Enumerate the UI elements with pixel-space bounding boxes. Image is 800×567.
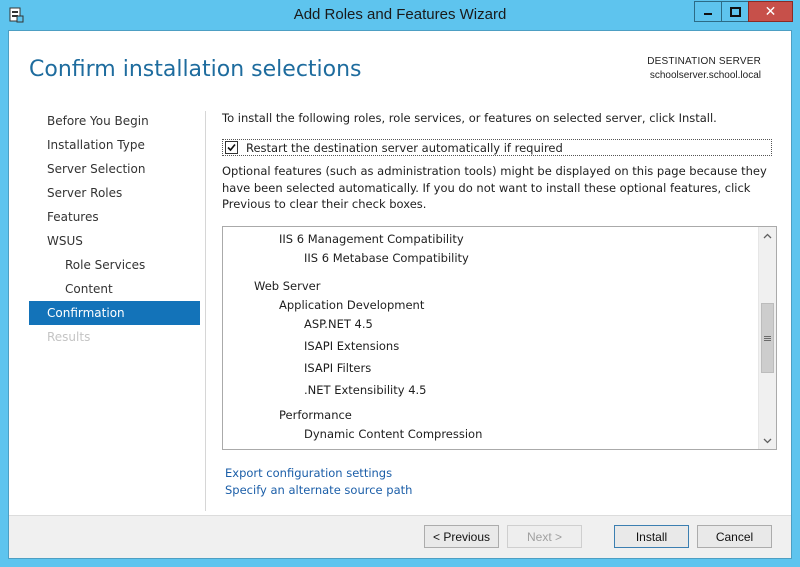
nav-item-before-you-begin[interactable]: Before You Begin xyxy=(29,109,200,133)
nav-item-wsus[interactable]: WSUS xyxy=(29,229,200,253)
window-title: Add Roles and Features Wizard xyxy=(293,6,507,23)
nav-item-installation-type[interactable]: Installation Type xyxy=(29,133,200,157)
nav-item-features[interactable]: Features xyxy=(29,205,200,229)
list-item: .NET Extensibility 4.5 xyxy=(304,383,427,397)
list-item: ISAPI Filters xyxy=(304,361,372,375)
list-item: Web Server xyxy=(254,279,321,293)
list-item: ISAPI Extensions xyxy=(304,339,400,353)
page-title: Confirm installation selections xyxy=(29,57,362,82)
confirmation-content: To install the following roles, role ser… xyxy=(222,111,777,211)
nav-item-confirmation[interactable]: Confirmation xyxy=(29,301,200,325)
features-list-content: IIS 6 Management Compatibility IIS 6 Met… xyxy=(223,227,751,449)
nav-item-server-roles[interactable]: Server Roles xyxy=(29,181,200,205)
list-item: Application Development xyxy=(279,298,425,312)
close-button[interactable]: ✕ xyxy=(748,1,793,22)
wizard-steps-nav: Before You Begin Installation Type Serve… xyxy=(29,109,200,349)
chevron-down-icon xyxy=(763,438,772,443)
grip-icon xyxy=(764,335,771,341)
destination-server-label: DESTINATION SERVER xyxy=(647,56,761,67)
export-configuration-link[interactable]: Export configuration settings xyxy=(225,466,392,480)
wizard-body: Confirm installation selections DESTINAT… xyxy=(8,30,792,559)
previous-button[interactable]: < Previous xyxy=(424,525,499,548)
alternate-source-link[interactable]: Specify an alternate source path xyxy=(225,483,412,497)
nav-item-server-selection[interactable]: Server Selection xyxy=(29,157,200,181)
scroll-down-button[interactable] xyxy=(759,432,776,449)
checkmark-icon xyxy=(227,143,236,152)
minimize-button[interactable] xyxy=(694,1,721,22)
nav-divider xyxy=(205,111,206,511)
wizard-window: Add Roles and Features Wizard ✕ Confirm … xyxy=(0,0,800,567)
close-icon: ✕ xyxy=(764,3,777,20)
list-item: ASP.NET 4.5 xyxy=(304,317,373,331)
maximize-icon xyxy=(729,6,741,17)
maximize-button[interactable] xyxy=(721,1,748,22)
wizard-footer: < Previous Next > Install Cancel xyxy=(9,515,791,558)
cancel-button[interactable]: Cancel xyxy=(697,525,772,548)
next-button: Next > xyxy=(507,525,582,548)
destination-server-value: schoolserver.school.local xyxy=(649,70,761,81)
chevron-up-icon xyxy=(763,233,772,238)
restart-checkbox-row[interactable]: Restart the destination server automatic… xyxy=(222,139,772,156)
minimize-icon xyxy=(704,12,712,15)
list-item: IIS 6 Metabase Compatibility xyxy=(304,251,469,265)
title-bar[interactable]: Add Roles and Features Wizard ✕ xyxy=(0,0,800,30)
restart-checkbox-label: Restart the destination server automatic… xyxy=(246,140,563,155)
optional-features-note: Optional features (such as administratio… xyxy=(222,164,767,211)
features-scrollbar[interactable] xyxy=(758,227,776,449)
nav-item-content[interactable]: Content xyxy=(29,277,200,301)
selected-features-list[interactable]: IIS 6 Management Compatibility IIS 6 Met… xyxy=(222,226,777,450)
restart-checkbox[interactable] xyxy=(225,141,238,154)
intro-text: To install the following roles, role ser… xyxy=(222,111,717,125)
nav-item-results: Results xyxy=(47,330,91,344)
nav-item-role-services[interactable]: Role Services xyxy=(29,253,200,277)
list-item: Performance xyxy=(279,408,352,422)
install-button[interactable]: Install xyxy=(614,525,689,548)
scroll-up-button[interactable] xyxy=(759,227,776,244)
scroll-thumb[interactable] xyxy=(761,303,774,373)
list-item: IIS 6 Management Compatibility xyxy=(279,232,464,246)
list-item: Dynamic Content Compression xyxy=(304,427,483,441)
